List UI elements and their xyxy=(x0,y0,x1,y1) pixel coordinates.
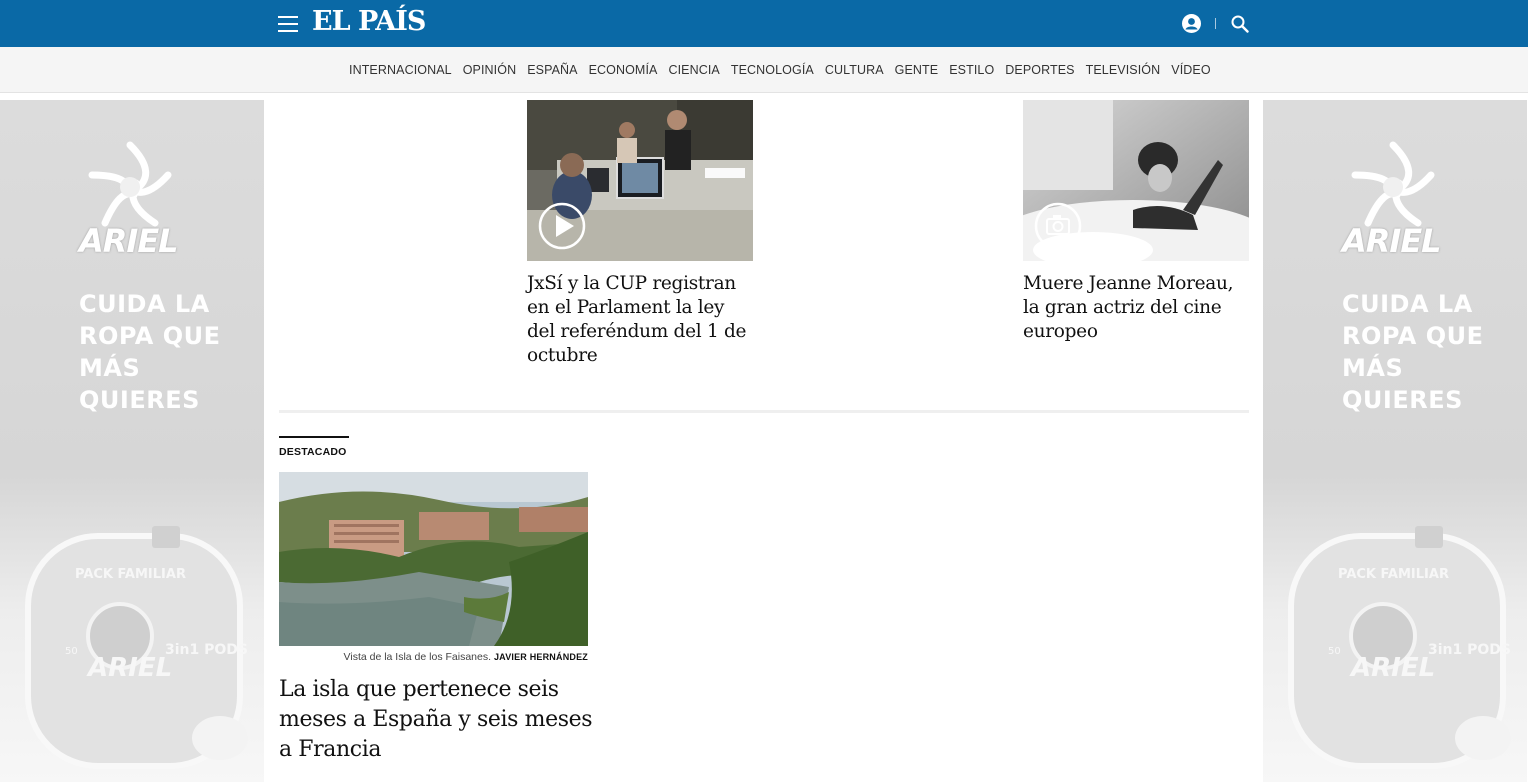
ad-tub-brand: ARIEL xyxy=(86,653,172,683)
nav-item-gente[interactable]: GENTE xyxy=(895,63,939,77)
ad-count: 50 xyxy=(65,646,78,657)
ariel-burst-logo xyxy=(88,141,172,227)
nav-item-opinion[interactable]: OPINIÓN xyxy=(463,63,516,77)
ad-pods-text: 3in1 PODS xyxy=(165,642,248,658)
story-headline-moreau[interactable]: Muere Jeanne Moreau, la gran actriz del … xyxy=(1023,272,1253,344)
featured-caption: Vista de la Isla de los Faisanes. JAVIER… xyxy=(279,651,588,663)
section-nav: INTERNACIONAL OPINIÓN ESPAÑA ECONOMÍA CI… xyxy=(349,63,1222,77)
nav-item-espana[interactable]: ESPAÑA xyxy=(527,63,577,77)
story-thumbnail-parlament[interactable] xyxy=(527,100,753,261)
ad-banner-left[interactable]: ARIEL CUIDA LA ROPA QUE MÁS QUIERES PACK… xyxy=(0,100,264,782)
nav-item-cultura[interactable]: CULTURA xyxy=(825,63,884,77)
ad-brand: ARIEL xyxy=(1342,222,1442,260)
detergent-tub-image: PACK FAMILIAR 3in1 PODS 50 ARIEL xyxy=(25,526,248,769)
section-divider xyxy=(279,410,1249,413)
nav-item-video[interactable]: VÍDEO xyxy=(1171,63,1210,77)
ad-count: 50 xyxy=(1328,646,1341,657)
ad-brand: ARIEL xyxy=(79,222,179,260)
ad-slogan: CUIDA LA ROPA QUE MÁS QUIERES xyxy=(79,290,221,414)
featured-thumbnail-isla[interactable] xyxy=(279,472,588,646)
ad-banner-right[interactable]: ARIEL CUIDA LA ROPA QUE MÁS QUIERES PACK… xyxy=(1263,100,1527,782)
ad-pods-text: 3in1 PODS xyxy=(1428,642,1511,658)
ariel-burst-logo xyxy=(1351,141,1435,227)
nav-item-television[interactable]: TELEVISIÓN xyxy=(1086,63,1161,77)
caption-text: Vista de la Isla de los Faisanes. xyxy=(343,651,492,663)
nav-item-estilo[interactable]: ESTILO xyxy=(949,63,994,77)
ad-pack-text: PACK FAMILIAR xyxy=(1338,567,1449,582)
featured-headline[interactable]: La isla que pertenece seis meses a Españ… xyxy=(279,675,599,765)
nav-item-ciencia[interactable]: CIENCIA xyxy=(668,63,719,77)
story-headline-parlament[interactable]: JxSí y la CUP registran en el Parlament … xyxy=(527,272,757,368)
nav-item-deportes[interactable]: DEPORTES xyxy=(1005,63,1074,77)
section-accent-bar xyxy=(279,436,349,438)
section-nav-bar: INTERNACIONAL OPINIÓN ESPAÑA ECONOMÍA CI… xyxy=(0,47,1528,93)
nav-item-internacional[interactable]: INTERNACIONAL xyxy=(349,63,452,77)
site-logo[interactable]: EL PAÍS xyxy=(312,6,426,37)
ad-slogan: CUIDA LA ROPA QUE MÁS QUIERES xyxy=(1342,290,1484,414)
caption-credit: JAVIER HERNÁNDEZ xyxy=(493,652,588,662)
header-divider xyxy=(1215,18,1216,29)
detergent-tub-image: PACK FAMILIAR 3in1 PODS 50 ARIEL xyxy=(1288,526,1511,769)
nav-item-tecnologia[interactable]: TECNOLOGÍA xyxy=(731,63,814,77)
section-label: DESTACADO xyxy=(279,446,347,458)
hamburger-icon[interactable] xyxy=(278,16,298,32)
ad-pack-text: PACK FAMILIAR xyxy=(75,567,186,582)
user-icon[interactable] xyxy=(1182,14,1201,33)
nav-item-economia[interactable]: ECONOMÍA xyxy=(589,63,658,77)
top-bar: EL PAÍS xyxy=(0,0,1528,47)
story-thumbnail-moreau[interactable] xyxy=(1023,100,1249,261)
ad-tub-brand: ARIEL xyxy=(1349,653,1435,683)
search-icon[interactable] xyxy=(1231,15,1249,33)
